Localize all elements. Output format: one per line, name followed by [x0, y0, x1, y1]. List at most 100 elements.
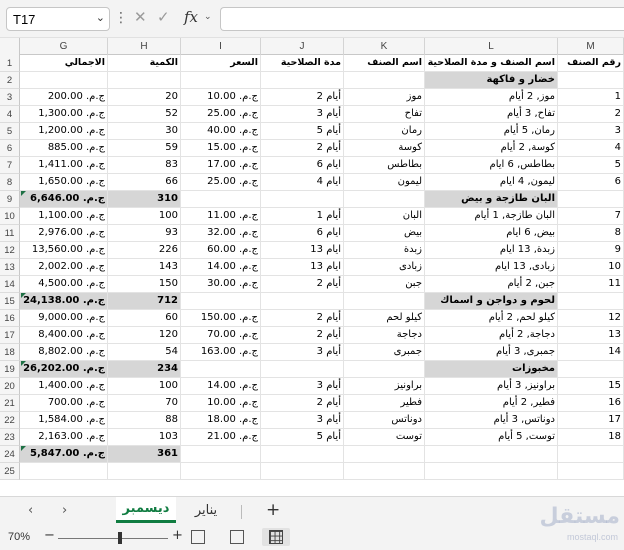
cell-k22[interactable]: دوناتس [344, 412, 425, 429]
cell-l19[interactable]: مخبوزات [425, 361, 558, 378]
cell-k16[interactable]: كيلو لحم [344, 310, 425, 327]
cell-i15[interactable] [181, 293, 261, 310]
cell-i1[interactable]: السعر [181, 55, 261, 72]
insert-function-button[interactable]: fx [184, 8, 198, 26]
cell-g14[interactable]: ج.م. 4,500.00 [20, 276, 108, 293]
zoom-slider[interactable] [58, 538, 168, 539]
cell-l10[interactable]: البان طازجة, 1 أيام [425, 208, 558, 225]
zoom-in-icon[interactable]: + [172, 528, 183, 543]
cell-i4[interactable]: ج.م. 25.00 [181, 106, 261, 123]
cell-i6[interactable]: ج.م. 15.00 [181, 140, 261, 157]
cell-l3[interactable]: موز, 2 أيام [425, 89, 558, 106]
row-header[interactable]: 16 [0, 310, 20, 327]
cell-h24[interactable]: 361 [108, 446, 181, 463]
select-all-corner[interactable] [0, 38, 20, 55]
cell-i25[interactable] [181, 463, 261, 480]
cell-i11[interactable]: ج.م. 32.00 [181, 225, 261, 242]
cell-m3[interactable]: 1 [558, 89, 624, 106]
sheet-tab-december[interactable]: ديسمبر [116, 497, 176, 523]
cell-h16[interactable]: 60 [108, 310, 181, 327]
row-header[interactable]: 18 [0, 344, 20, 361]
cell-k13[interactable]: زبادى [344, 259, 425, 276]
cell-j22[interactable]: 3 أيام [261, 412, 344, 429]
cell-g23[interactable]: ج.م. 2,163.00 [20, 429, 108, 446]
cell-m8[interactable]: 6 [558, 174, 624, 191]
cell-h8[interactable]: 66 [108, 174, 181, 191]
cell-i2[interactable] [181, 72, 261, 89]
cell-i14[interactable]: ج.م. 30.00 [181, 276, 261, 293]
cell-g2[interactable] [20, 72, 108, 89]
cell-i23[interactable]: ج.م. 21.00 [181, 429, 261, 446]
cell-h9[interactable]: 310 [108, 191, 181, 208]
cell-j3[interactable]: 2 أيام [261, 89, 344, 106]
more-options-icon[interactable]: ⋮ [114, 10, 128, 26]
cell-g9[interactable]: ج.م. 6,646.00 [20, 191, 108, 208]
cell-g21[interactable]: ج.م. 700.00 [20, 395, 108, 412]
cell-h6[interactable]: 59 [108, 140, 181, 157]
cell-l4[interactable]: تفاح, 3 أيام [425, 106, 558, 123]
row-header[interactable]: 17 [0, 327, 20, 344]
cell-i24[interactable] [181, 446, 261, 463]
cell-l22[interactable]: دوناتس, 3 أيام [425, 412, 558, 429]
cell-j6[interactable]: 2 أيام [261, 140, 344, 157]
cell-l24[interactable] [425, 446, 558, 463]
cell-h10[interactable]: 100 [108, 208, 181, 225]
cell-j19[interactable] [261, 361, 344, 378]
cell-j24[interactable] [261, 446, 344, 463]
cell-m18[interactable]: 14 [558, 344, 624, 361]
row-header[interactable]: 7 [0, 157, 20, 174]
row-header[interactable]: 25 [0, 463, 20, 480]
cell-h7[interactable]: 83 [108, 157, 181, 174]
row-header[interactable]: 8 [0, 174, 20, 191]
column-header-l[interactable]: L [425, 38, 558, 55]
cell-l5[interactable]: رمان, 5 أيام [425, 123, 558, 140]
cell-j9[interactable] [261, 191, 344, 208]
cell-g3[interactable]: ج.م. 200.00 [20, 89, 108, 106]
cell-i18[interactable]: ج.م. 163.00 [181, 344, 261, 361]
cell-j11[interactable]: 6 ايام [261, 225, 344, 242]
cell-l12[interactable]: زبدة, 13 ايام [425, 242, 558, 259]
cell-m4[interactable]: 2 [558, 106, 624, 123]
cell-g7[interactable]: ج.م. 1,411.00 [20, 157, 108, 174]
cell-m12[interactable]: 9 [558, 242, 624, 259]
cell-g1[interactable]: الاجمالي [20, 55, 108, 72]
cell-g5[interactable]: ج.م. 1,200.00 [20, 123, 108, 140]
cell-l6[interactable]: كوسة, 2 أيام [425, 140, 558, 157]
cell-h3[interactable]: 20 [108, 89, 181, 106]
cell-m9[interactable] [558, 191, 624, 208]
cell-j17[interactable]: 2 أيام [261, 327, 344, 344]
cell-k11[interactable]: بيض [344, 225, 425, 242]
cell-l25[interactable] [425, 463, 558, 480]
cell-m6[interactable]: 4 [558, 140, 624, 157]
row-header[interactable]: 13 [0, 259, 20, 276]
cell-m17[interactable]: 13 [558, 327, 624, 344]
row-header[interactable]: 21 [0, 395, 20, 412]
cell-i3[interactable]: ج.م. 10.00 [181, 89, 261, 106]
check-icon[interactable]: ✓ [157, 8, 170, 26]
cell-j10[interactable]: 1 أيام [261, 208, 344, 225]
cell-k17[interactable]: دجاجة [344, 327, 425, 344]
cell-h14[interactable]: 150 [108, 276, 181, 293]
cancel-icon[interactable]: ✕ [134, 8, 147, 26]
column-header-j[interactable]: J [261, 38, 344, 55]
cell-g20[interactable]: ج.م. 1,400.00 [20, 378, 108, 395]
cell-j12[interactable]: 13 ايام [261, 242, 344, 259]
cell-m25[interactable] [558, 463, 624, 480]
cell-h4[interactable]: 52 [108, 106, 181, 123]
cell-j2[interactable] [261, 72, 344, 89]
cell-m7[interactable]: 5 [558, 157, 624, 174]
cell-k21[interactable]: فطير [344, 395, 425, 412]
cell-m5[interactable]: 3 [558, 123, 624, 140]
cell-g22[interactable]: ج.م. 1,584.00 [20, 412, 108, 429]
cell-g4[interactable]: ج.م. 1,300.00 [20, 106, 108, 123]
cell-k24[interactable] [344, 446, 425, 463]
cell-j13[interactable]: 13 ايام [261, 259, 344, 276]
cell-h13[interactable]: 143 [108, 259, 181, 276]
cell-g24[interactable]: ج.م. 5,847.00 [20, 446, 108, 463]
cell-i22[interactable]: ج.م. 18.00 [181, 412, 261, 429]
cell-i10[interactable]: ج.م. 11.00 [181, 208, 261, 225]
cell-k1[interactable]: اسم الصنف [344, 55, 425, 72]
row-header[interactable]: 10 [0, 208, 20, 225]
cell-l15[interactable]: لحوم و دواجن و اسماك [425, 293, 558, 310]
cell-k12[interactable]: زبدة [344, 242, 425, 259]
